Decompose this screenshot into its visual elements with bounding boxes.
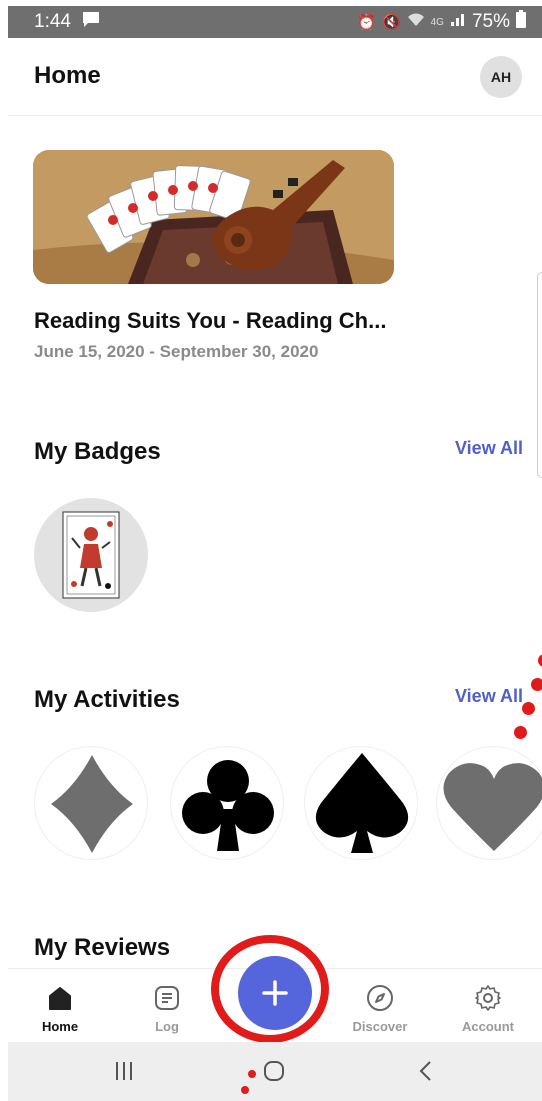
gear-icon [473,983,503,1013]
annotation-circle [211,935,329,1043]
mute-icon: 🔇 [381,14,401,31]
lte-icon: 4G [430,16,444,28]
badges-section-title: My Badges [34,438,161,465]
joker-card-icon [62,511,120,599]
recents-icon [116,1062,132,1080]
status-time: 1:44 [34,11,71,32]
heart-icon [443,763,542,851]
activities-view-all-link[interactable]: View All [455,686,523,707]
diamond-icon [51,755,133,853]
activities-section-title: My Activities [34,686,180,713]
annotation-dot [514,726,527,739]
challenge-title[interactable]: Reading Suits You - Reading Ch... [34,308,404,334]
system-nav-bar [8,1042,542,1101]
home-system-icon [264,1061,284,1081]
home-system-button[interactable] [254,1056,294,1086]
badge-joker[interactable] [34,498,148,612]
annotation-dot [522,702,535,715]
nav-discover[interactable]: Discover [340,969,420,1043]
log-icon [153,983,181,1013]
annotation-dot [531,678,542,691]
alarm-icon: ⏰ [357,14,376,31]
avatar[interactable]: AH [480,56,522,98]
back-icon [419,1061,431,1081]
back-button[interactable] [406,1056,446,1086]
message-icon [81,10,101,34]
challenge-image[interactable] [33,150,394,284]
badges-view-all-link[interactable]: View All [455,438,523,459]
nav-account-label: Account [462,1019,514,1034]
annotation-dot [248,1070,256,1078]
wifi-icon [407,12,425,32]
challenge-artwork [33,150,394,284]
reviews-section-title: My Reviews [34,934,171,961]
spade-icon [315,753,409,853]
nav-log[interactable]: Log [127,969,207,1043]
activity-diamond[interactable] [34,746,148,860]
edge-panel-handle[interactable] [537,272,542,478]
activity-club[interactable] [170,746,284,860]
signal-icon [450,11,466,33]
nav-home-label: Home [41,1019,79,1034]
app-header: Home AH [8,40,542,116]
nav-discover-label: Discover [352,1019,408,1034]
activity-heart[interactable] [436,746,542,860]
page-title: Home [34,62,101,89]
home-icon [46,983,74,1013]
recents-button[interactable] [104,1056,144,1086]
nav-home[interactable]: Home [20,969,100,1043]
nav-account[interactable]: Account [448,969,528,1043]
activity-spade[interactable] [304,746,418,860]
battery-icon [516,10,526,34]
nav-log-label: Log [155,1019,179,1034]
annotation-dot [538,654,542,667]
challenge-dates: June 15, 2020 - September 30, 2020 [34,342,319,361]
compass-icon [365,983,395,1013]
club-icon [182,760,274,851]
annotation-dot [241,1086,249,1094]
battery-level: 75% [471,11,510,32]
status-bar: 1:44 ⏰ 🔇 4G 75% [8,6,542,38]
